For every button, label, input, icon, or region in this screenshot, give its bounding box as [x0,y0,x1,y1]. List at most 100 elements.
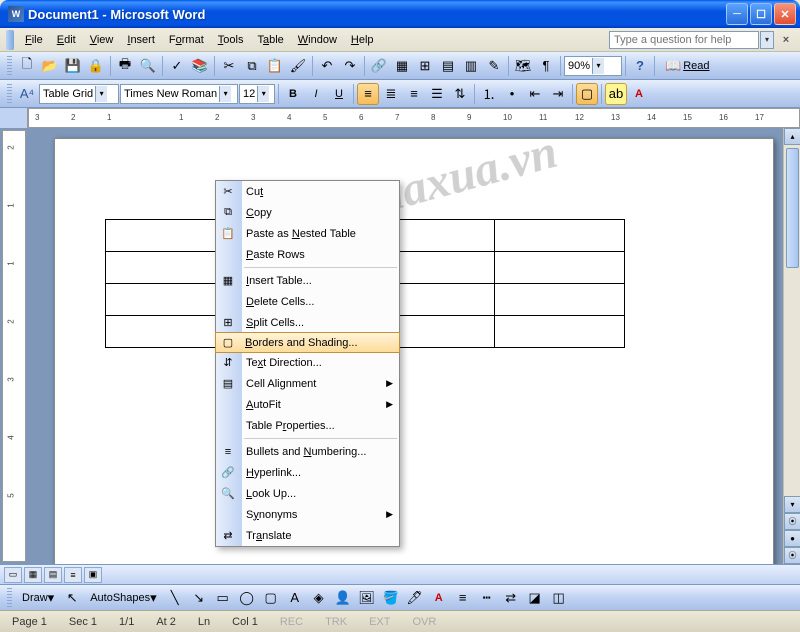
line-style-button[interactable]: ≡ [452,587,474,609]
bullets-button[interactable]: • [501,83,523,105]
arrow-style-button[interactable]: ⇄ [500,587,522,609]
columns-button[interactable]: ▥ [460,55,482,77]
context-text-direction-[interactable]: ⇵Text Direction... [216,352,399,373]
hyperlink-button[interactable]: 🔗 [368,55,390,77]
normal-view-button[interactable]: ▭ [4,567,22,583]
menu-tools[interactable]: Tools [211,31,251,49]
drawing-button[interactable]: ✎ [483,55,505,77]
toolbar-grip[interactable] [7,56,12,76]
bold-button[interactable]: B [282,83,304,105]
context-cell-alignment[interactable]: ▤Cell Alignment▶ [216,373,399,394]
help-dropdown-icon[interactable]: ▾ [760,31,774,49]
doc-map-button[interactable]: 🗺 [512,55,534,77]
italic-button[interactable]: I [305,83,327,105]
browse-select-button[interactable]: ● [784,530,800,547]
context-autofit[interactable]: AutoFit▶ [216,394,399,415]
context-look-up-[interactable]: 🔍Look Up... [216,483,399,504]
font-color-button[interactable]: A [628,83,650,105]
decrease-indent-button[interactable]: ⇤ [524,83,546,105]
vertical-ruler[interactable]: 2112345 [2,130,26,562]
page[interactable] [54,138,774,564]
print-button[interactable]: 🖶 [114,55,136,77]
textbox-button[interactable]: ▢ [260,587,282,609]
oval-button[interactable]: ◯ [236,587,258,609]
toolbar-grip[interactable] [7,84,12,104]
maximize-button[interactable]: ☐ [750,3,772,25]
close-button[interactable]: ✕ [774,3,796,25]
web-view-button[interactable]: ▦ [24,567,42,583]
tables-borders-button[interactable]: ▦ [391,55,413,77]
line-color-button[interactable]: 🖊 [404,587,426,609]
new-doc-button[interactable]: 🗋 [16,55,38,77]
font-color-button[interactable]: A [428,587,450,609]
excel-button[interactable]: ▤ [437,55,459,77]
context-table-properties-[interactable]: Table Properties... [216,415,399,436]
scroll-thumb[interactable] [786,148,799,268]
menu-window[interactable]: Window [291,31,344,49]
print-layout-button[interactable]: ▤ [44,567,62,583]
toolbar-grip[interactable] [7,588,12,608]
context-delete-cells-[interactable]: Delete Cells... [216,291,399,312]
menu-help[interactable]: Help [344,31,381,49]
menubar-grip[interactable] [6,30,14,50]
highlight-button[interactable]: ab [605,83,627,105]
align-center-button[interactable]: ≣ [380,83,402,105]
vertical-scrollbar[interactable]: ▴ ▾ ⦿ ● ⦿ [783,128,800,564]
save-button[interactable]: 💾 [62,55,84,77]
document-area[interactable]: ▴ ▾ ⦿ ● ⦿ [28,128,800,564]
3d-button[interactable]: ◫ [548,587,570,609]
draw-menu-button[interactable]: Draw ▾ [17,587,59,609]
picture-button[interactable]: 🖼 [356,587,378,609]
numbering-button[interactable]: ⒈ [478,83,500,105]
context-translate[interactable]: ⇄Translate [216,525,399,546]
help-search-input[interactable] [609,31,759,49]
wordart-button[interactable]: A [284,587,306,609]
dash-style-button[interactable]: ┅ [476,587,498,609]
menu-view[interactable]: View [83,31,121,49]
zoom-select[interactable]: 90%▾ [564,56,622,76]
paste-button[interactable]: 📋 [264,55,286,77]
rectangle-button[interactable]: ▭ [212,587,234,609]
line-spacing-button[interactable]: ⇅ [449,83,471,105]
context-borders-and-shading-[interactable]: ▢Borders and Shading... [215,332,400,353]
shadow-button[interactable]: ◪ [524,587,546,609]
context-hyperlink-[interactable]: 🔗Hyperlink... [216,462,399,483]
justify-button[interactable]: ☰ [426,83,448,105]
line-button[interactable]: ╲ [164,587,186,609]
font-select[interactable]: Times New Roman▾ [120,84,238,104]
fill-color-button[interactable]: 🪣 [380,587,402,609]
spellcheck-button[interactable]: ✓ [166,55,188,77]
select-objects-button[interactable]: ↖ [61,587,83,609]
context-synonyms[interactable]: Synonyms▶ [216,504,399,525]
reading-view-button[interactable]: ▣ [84,567,102,583]
underline-button[interactable]: U [328,83,350,105]
print-preview-button[interactable]: 🔍 [137,55,159,77]
browse-next-button[interactable]: ⦿ [784,547,800,564]
font-size-select[interactable]: 12▾ [239,84,275,104]
read-button[interactable]: 📖 Read [658,55,716,77]
align-right-button[interactable]: ≡ [403,83,425,105]
align-left-button[interactable]: ≡ [357,83,379,105]
open-button[interactable]: 📂 [39,55,61,77]
insert-table-button[interactable]: ⊞ [414,55,436,77]
horizontal-ruler[interactable]: 3211234567891011121314151617 [28,108,800,128]
increase-indent-button[interactable]: ⇥ [547,83,569,105]
research-button[interactable]: 📚 [189,55,211,77]
context-copy[interactable]: ⧉Copy [216,202,399,223]
redo-button[interactable]: ↷ [339,55,361,77]
styles-pane-button[interactable]: A⁴ [16,83,38,105]
style-select[interactable]: Table Grid▾ [39,84,119,104]
undo-button[interactable]: ↶ [316,55,338,77]
show-hide-button[interactable]: ¶ [535,55,557,77]
scroll-up-button[interactable]: ▴ [784,128,800,145]
menu-table[interactable]: Table [250,31,290,49]
context-cut[interactable]: ✂Cut [216,181,399,202]
clipart-button[interactable]: 👤 [332,587,354,609]
context-paste-rows[interactable]: Paste Rows [216,244,399,265]
autoshapes-button[interactable]: AutoShapes ▾ [85,587,161,609]
outline-view-button[interactable]: ≡ [64,567,82,583]
format-painter-button[interactable]: 🖌 [287,55,309,77]
menu-format[interactable]: Format [162,31,211,49]
menu-edit[interactable]: Edit [50,31,83,49]
menu-insert[interactable]: Insert [120,31,162,49]
